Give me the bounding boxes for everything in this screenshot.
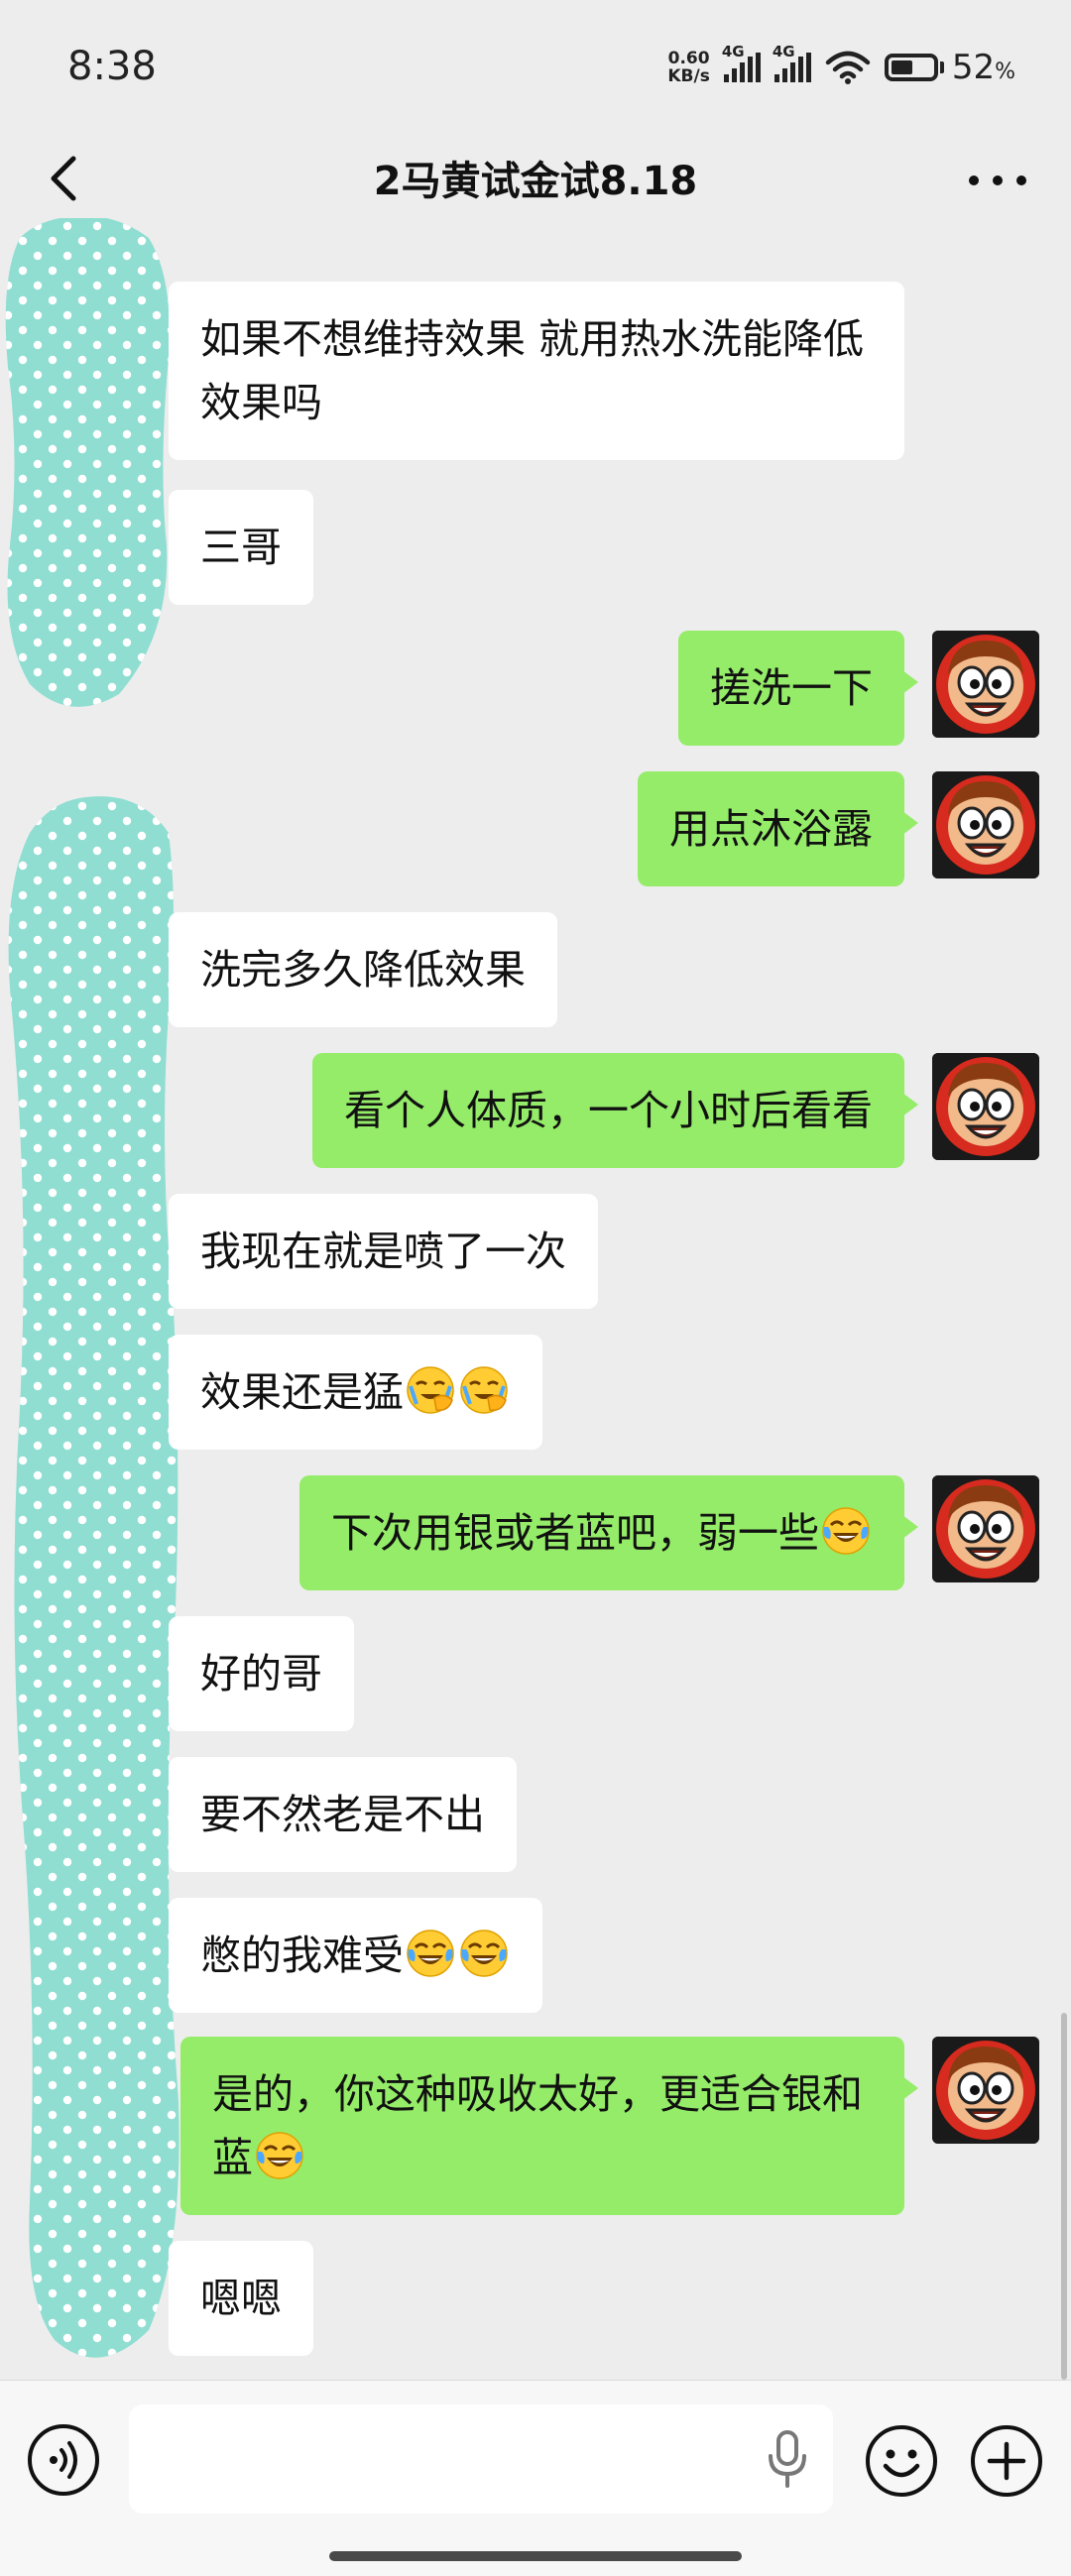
incoming-message[interactable]: 我现在就是喷了一次 [169,1194,598,1309]
chat-header: 2马黄试金试8.18 [0,139,1071,218]
message-list[interactable]: 如果不想维持效果 就用热水洗能降低效果吗 三哥 搓洗一下 用点沐浴露 洗完多久降… [0,218,1071,2380]
incoming-message[interactable]: 憋的我难受 [169,1898,542,2013]
wifi-icon [825,51,871,84]
avatar[interactable] [932,1053,1039,1160]
outgoing-message[interactable]: 是的，你这种吸收太好，更适合银和蓝 [180,2037,918,2215]
avatar[interactable] [932,2037,1039,2144]
input-bar [0,2380,1071,2576]
voice-mode-icon[interactable] [26,2422,101,2498]
outgoing-message[interactable]: 下次用银或者蓝吧，弱一些 [299,1475,918,1590]
signal-icon: 4G [722,43,761,82]
network-speed-unit: KB/s [667,66,710,86]
message-text: 搓洗一下 [678,631,918,746]
battery-icon: 52% [884,48,1015,87]
message-text: 下次用银或者蓝吧，弱一些 [331,1509,819,1557]
message-text: 嗯嗯 [169,2241,313,2356]
incoming-message[interactable]: 嗯嗯 [169,2241,313,2356]
incoming-message[interactable]: 如果不想维持效果 就用热水洗能降低效果吗 [169,282,904,460]
face-palm-crying-emoji-icon [405,1364,456,1416]
battery-percent: 52% [951,48,1015,87]
message-text: 如果不想维持效果 就用热水洗能降低效果吗 [169,282,904,460]
plus-icon[interactable] [968,2422,1045,2500]
emoji-picker-icon[interactable] [863,2422,940,2500]
incoming-message[interactable]: 要不然老是不出 [169,1757,517,1872]
incoming-message[interactable]: 好的哥 [169,1616,354,1731]
message-text: 洗完多久降低效果 [169,912,557,1027]
more-options-icon[interactable] [960,153,1035,208]
network-speed: 0.60 KB/s [667,50,709,85]
message-bubble: 憋的我难受 [169,1898,542,2013]
outgoing-message[interactable]: 用点沐浴露 [638,771,918,886]
tears-of-joy-emoji-icon [820,1505,872,1557]
network-speed-value: 0.60 [667,49,710,68]
scrollbar[interactable] [1061,2013,1067,2380]
chat-title: 2马黄试金试8.18 [373,159,698,204]
message-text: 三哥 [169,490,313,605]
tears-of-joy-emoji-icon [254,2130,305,2181]
message-text: 效果还是猛 [200,1368,404,1416]
message-text: 是的，你这种吸收太好，更适合银和蓝 [212,2070,863,2181]
home-indicator[interactable] [329,2551,742,2561]
status-time: 8:38 [67,44,157,89]
message-text: 看个人体质，一个小时后看看 [312,1053,918,1168]
message-text: 我现在就是喷了一次 [169,1194,598,1309]
message-text: 用点沐浴露 [638,771,918,886]
outgoing-message[interactable]: 看个人体质，一个小时后看看 [312,1053,918,1168]
status-bar: 8:38 0.60 KB/s 4G 4G 52% [0,0,1071,139]
signal-icon: 4G [773,43,811,82]
signal-label: 4G [721,43,745,60]
incoming-message[interactable]: 效果还是猛 [169,1335,542,1450]
tears-of-joy-emoji-icon [405,1928,456,1979]
microphone-icon[interactable] [762,2428,813,2490]
message-input[interactable] [129,2404,833,2514]
message-bubble: 是的，你这种吸收太好，更适合银和蓝 [180,2037,918,2215]
avatar[interactable] [932,631,1039,738]
incoming-message[interactable]: 三哥 [169,490,313,605]
signal-label: 4G [772,43,795,60]
message-text: 好的哥 [169,1616,354,1731]
avatar[interactable] [932,771,1039,878]
message-bubble: 下次用银或者蓝吧，弱一些 [299,1475,918,1590]
message-text: 要不然老是不出 [169,1757,517,1872]
incoming-message[interactable]: 洗完多久降低效果 [169,912,557,1027]
tears-of-joy-emoji-icon [458,1928,510,1979]
face-palm-crying-emoji-icon [458,1364,510,1416]
message-bubble: 效果还是猛 [169,1335,542,1450]
message-text: 憋的我难受 [200,1932,404,1979]
status-indicators: 0.60 KB/s 4G 4G 52% [667,43,1015,89]
outgoing-message[interactable]: 搓洗一下 [678,631,918,746]
avatar[interactable] [932,1475,1039,1582]
